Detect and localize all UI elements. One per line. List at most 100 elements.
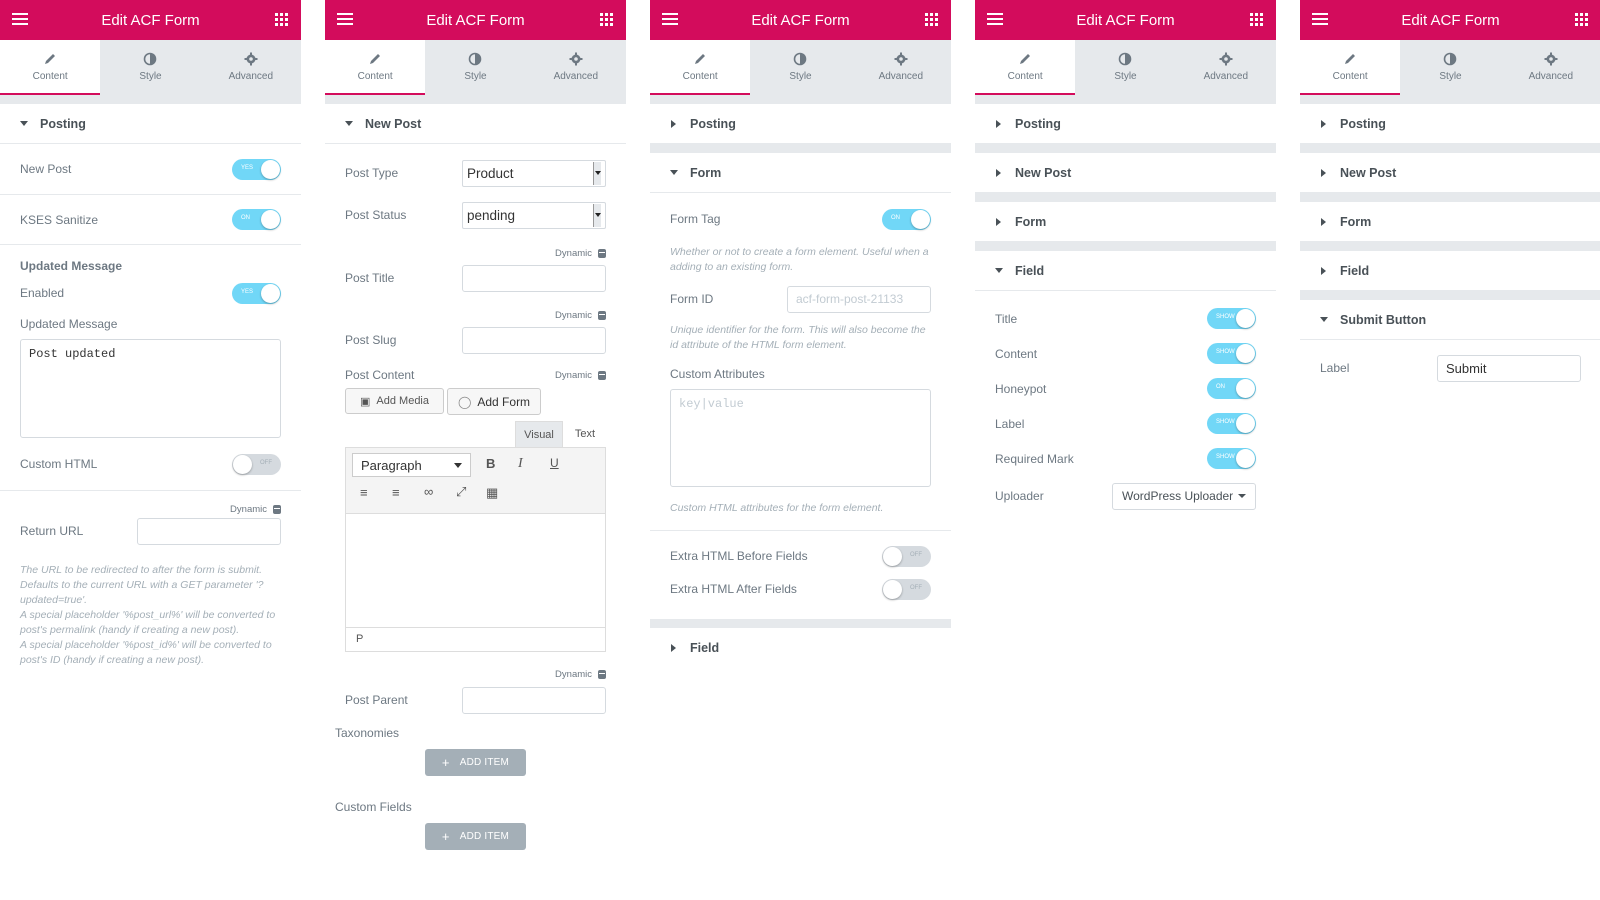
tab-style[interactable]: Style [1075, 40, 1175, 95]
section-submit-button[interactable]: Submit Button [1300, 300, 1600, 340]
apps-grid-icon[interactable] [275, 13, 288, 26]
section-posting[interactable]: Posting [1300, 104, 1600, 144]
hamburger-icon[interactable] [1312, 13, 1328, 27]
editor-body[interactable] [346, 514, 605, 627]
post-type-select[interactable]: Product [462, 159, 606, 187]
uploader-select[interactable]: WordPress Uploader [1112, 482, 1256, 510]
section-new-post[interactable]: New Post [325, 104, 626, 144]
tab-style[interactable]: Style [100, 40, 200, 95]
post-parent-input[interactable] [462, 686, 606, 714]
section-field[interactable]: Field [975, 251, 1276, 291]
add-custom-field-button[interactable]: + ADD ITEM [425, 823, 526, 850]
fullscreen-icon[interactable]: ⤢ [456, 484, 466, 500]
updated-message-textarea[interactable]: Post updated [20, 339, 281, 438]
content-switch[interactable]: SHOW [1207, 343, 1256, 364]
database-icon [273, 504, 281, 514]
section-field[interactable]: Field [650, 628, 951, 668]
tab-content[interactable]: Content [1300, 40, 1401, 95]
italic-icon[interactable]: I [518, 456, 523, 472]
toolbar-toggle-icon[interactable]: ▦ [486, 485, 498, 501]
tab-text[interactable]: Text [565, 421, 605, 447]
section-form[interactable]: Form [650, 153, 951, 193]
tab-label: Content [32, 70, 68, 82]
apps-grid-icon[interactable] [925, 13, 938, 26]
section-posting[interactable]: Posting [975, 104, 1276, 144]
section-form[interactable]: Form [975, 202, 1276, 242]
tab-content[interactable]: Content [975, 40, 1076, 95]
honeypot-switch[interactable]: ON [1207, 378, 1256, 399]
tab-advanced[interactable]: Advanced [526, 40, 626, 95]
section-field[interactable]: Field [1300, 251, 1600, 291]
hamburger-icon[interactable] [12, 13, 28, 27]
extra-after-switch[interactable]: OFF [882, 578, 931, 600]
enabled-switch[interactable]: YES [232, 282, 281, 304]
form-icon: ◯ [457, 394, 472, 409]
tab-content[interactable]: Content [650, 40, 751, 95]
numbered-list-icon[interactable]: ≡ [392, 485, 400, 500]
title-switch[interactable]: SHOW [1207, 308, 1256, 329]
hamburger-icon[interactable] [662, 13, 678, 27]
apps-grid-icon[interactable] [600, 13, 613, 26]
bold-icon[interactable]: B [486, 456, 495, 471]
extra-before-row: Extra HTML Before Fields OFF [650, 531, 951, 577]
section-new-post[interactable]: New Post [1300, 153, 1600, 193]
custom-html-switch[interactable]: OFF [232, 453, 281, 475]
tab-content[interactable]: Content [0, 40, 101, 95]
section-posting[interactable]: Posting [0, 104, 301, 144]
post-slug-input[interactable] [462, 326, 606, 354]
section-posting[interactable]: Posting [650, 104, 951, 144]
tab-advanced[interactable]: Advanced [1501, 40, 1600, 95]
tab-advanced[interactable]: Advanced [201, 40, 301, 95]
new-post-switch[interactable]: YES [232, 158, 281, 180]
apps-grid-icon[interactable] [1250, 13, 1263, 26]
switch-knob [1236, 449, 1255, 468]
link-icon[interactable]: ∞ [424, 484, 433, 499]
hamburger-icon[interactable] [987, 13, 1003, 27]
section-title: Form [690, 165, 722, 180]
custom-html-row: Custom HTML OFF [0, 438, 301, 490]
custom-attr-textarea[interactable]: key|value [670, 389, 931, 487]
tab-advanced[interactable]: Advanced [851, 40, 951, 95]
dynamic-tag[interactable]: Dynamic [555, 370, 606, 381]
panel-tabs: Content Style Advanced [0, 40, 301, 95]
add-taxonomy-button[interactable]: + ADD ITEM [425, 749, 526, 776]
submit-label-input[interactable]: Submit [1437, 354, 1581, 382]
underline-icon[interactable]: U [550, 456, 559, 470]
tab-label: Advanced [228, 70, 274, 82]
tab-visual[interactable]: Visual [515, 421, 563, 447]
control-label: Form ID [670, 292, 714, 306]
content-row: Content SHOW [975, 336, 1276, 371]
tab-style[interactable]: Style [750, 40, 850, 95]
enabled-row: Enabled YES [0, 273, 301, 313]
database-icon [598, 310, 606, 320]
taxonomies-label: Taxonomies [335, 726, 400, 740]
add-media-button[interactable]: ▣ Add Media [345, 388, 444, 414]
section-title: New Post [1015, 165, 1072, 180]
gear-icon [1544, 52, 1558, 66]
section-title: Form [1340, 214, 1372, 229]
dynamic-tag[interactable]: Dynamic [325, 290, 626, 328]
form-tag-switch[interactable]: ON [882, 208, 931, 230]
section-form[interactable]: Form [1300, 202, 1600, 242]
tab-style[interactable]: Style [1400, 40, 1500, 95]
tab-style[interactable]: Style [425, 40, 525, 95]
extra-before-switch[interactable]: OFF [882, 545, 931, 567]
section-gap [1300, 242, 1600, 251]
post-title-input[interactable] [462, 264, 606, 292]
add-form-button[interactable]: ◯ Add Form [447, 388, 541, 415]
tab-content[interactable]: Content [325, 40, 426, 95]
apps-grid-icon[interactable] [1575, 13, 1588, 26]
paragraph-select[interactable]: Paragraph [352, 453, 471, 477]
section-gap [975, 95, 1276, 104]
bullet-list-icon[interactable]: ≡ [360, 485, 368, 500]
hamburger-icon[interactable] [337, 13, 353, 27]
return-url-input[interactable] [137, 517, 281, 545]
tab-advanced[interactable]: Advanced [1176, 40, 1276, 95]
label-switch[interactable]: SHOW [1207, 413, 1256, 434]
post-status-select[interactable]: pending [462, 201, 606, 229]
required-mark-switch[interactable]: SHOW [1207, 448, 1256, 469]
form-id-input[interactable]: acf-form-post-21133 [787, 285, 931, 313]
kses-switch[interactable]: ON [232, 209, 281, 230]
section-new-post[interactable]: New Post [975, 153, 1276, 193]
dynamic-tag[interactable]: Dynamic [325, 228, 626, 266]
